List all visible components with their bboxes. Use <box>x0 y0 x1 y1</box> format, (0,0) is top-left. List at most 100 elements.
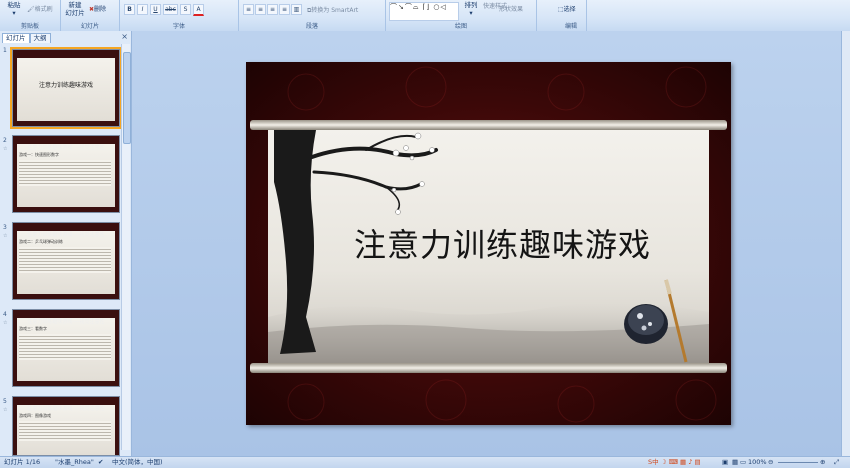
thumbnail-scroll-art <box>17 58 115 121</box>
shadow-button[interactable]: S <box>180 4 191 15</box>
fit-window-button[interactable]: ⤢ <box>834 457 839 468</box>
font-group: B I U abc S A 字体 <box>120 0 239 31</box>
shapes-gallery[interactable]: ⌒↘⌒⌓ ⌈⌋ ○◁ <box>389 2 459 21</box>
animation-star-icon: ☆ <box>3 233 8 239</box>
format-painter-label: 格式刷 <box>34 6 53 13</box>
shapes-icon: ⌒↘⌒⌓ ⌈⌋ ○◁ <box>390 3 447 11</box>
slides-group-label: 幻灯片 <box>80 23 99 30</box>
zoom-out-button[interactable]: ⊖ <box>768 457 773 468</box>
slide-thumbnail-4[interactable]: 注意力训练趣味游戏----视觉注意性 游戏三：看数字 <box>12 309 120 387</box>
smartart-button[interactable]: ⧉转换为 SmartArt <box>307 5 358 15</box>
delete-slide-button[interactable]: ✖删除 <box>89 4 106 13</box>
select-label: 选择 <box>563 6 576 13</box>
thumbnail-subheading: 游戏三：看数字 <box>19 326 47 331</box>
thumbnail-scrollbar[interactable] <box>121 44 131 450</box>
thumbnail-content <box>19 421 111 441</box>
panel-tabs: 幻灯片 大纲 <box>2 33 51 43</box>
canvas-scrollbar[interactable] <box>841 31 850 456</box>
thumbnail-subheading: 游戏一：快速图形数字 <box>19 152 59 157</box>
current-slide[interactable]: 注意力训练趣味游戏 <box>246 62 731 425</box>
slide-thumbnail-5[interactable]: 注意力训练趣味游戏----视觉注意性 游戏四：图像游戏 <box>12 396 120 456</box>
slide-thumbnail-1[interactable]: 注意力训练趣味游戏 <box>10 47 122 129</box>
ribbon: 粘贴 ▾ 🖌格式刷 剪贴板 新建 幻灯片 ✖删除 幻灯片 B I U abc S… <box>0 0 850 32</box>
align-right-button[interactable]: ≡ <box>267 4 278 15</box>
align-right-icon: ≡ <box>269 6 276 13</box>
slide-title[interactable]: 注意力训练趣味游戏 <box>354 220 654 266</box>
thumbnail-title: 注意力训练趣味游戏 <box>38 82 93 89</box>
tab-outline[interactable]: 大纲 <box>29 33 51 43</box>
paragraph-group: ≡ ≡ ≡ ≡ ▥ ⧉转换为 SmartArt 段落 <box>239 0 386 31</box>
clipboard-group-label: 剪贴板 <box>20 23 39 30</box>
drawing-group: ⌒↘⌒⌓ ⌈⌋ ○◁ 排列 ▾ 快速样式 形状效果 绘图 <box>386 0 537 31</box>
slide-number: 1 <box>3 47 7 54</box>
align-left-icon: ≡ <box>245 6 252 13</box>
thumbnail-content <box>19 334 111 360</box>
strikethrough-button[interactable]: abc <box>163 4 178 15</box>
close-icon[interactable]: × <box>121 32 128 41</box>
justify-icon: ≡ <box>281 6 288 13</box>
paragraph-group-label: 段落 <box>305 23 318 30</box>
columns-button[interactable]: ▥ <box>291 4 302 15</box>
shape-effects-button[interactable]: 形状效果 <box>499 4 523 13</box>
thumbnail-heading: 注意力训练趣味游戏----视觉注意性 <box>27 406 105 412</box>
thumbnail-subheading: 游戏四：图像游戏 <box>19 413 51 418</box>
underline-button[interactable]: U <box>150 4 161 15</box>
font-group-label: 字体 <box>172 23 185 30</box>
delete-label: 删除 <box>94 6 107 13</box>
animation-star-icon: ☆ <box>3 320 8 326</box>
slide-thumbnail-3[interactable]: 注意力训练趣味游戏----视觉注意性 游戏二：乒乓球弹动训练 <box>12 222 120 300</box>
shape-effects-label: 形状效果 <box>499 6 524 13</box>
animation-star-icon: ☆ <box>3 407 8 413</box>
language[interactable]: 中文(简体，中国) <box>112 457 163 468</box>
slide-number: 2 <box>3 137 7 144</box>
scroll-rod-top <box>250 120 727 130</box>
slides-group: 新建 幻灯片 ✖删除 幻灯片 <box>61 0 120 31</box>
clipboard-group: 粘贴 ▾ 🖌格式刷 剪贴板 <box>0 0 61 31</box>
slides-panel: 幻灯片 大纲 × 1 注意力训练趣味游戏 2 ☆ 注意力训练趣味游戏----视觉注… <box>0 31 132 456</box>
thumbnail-content <box>19 247 111 273</box>
paste-button[interactable]: 粘贴 ▾ <box>3 1 25 17</box>
thumbnail-heading: 注意力训练趣味游戏----视觉注意性 <box>27 145 105 151</box>
bold-button[interactable]: B <box>124 4 135 15</box>
select-button[interactable]: ⬚选择 <box>558 4 576 13</box>
zoom-in-button[interactable]: ⊕ <box>820 457 825 468</box>
status-bar: 幻灯片 1/16 "水墨_Rhea" ✔ 中文(简体，中国) S中 ☽ ⌨ ▦ … <box>0 456 850 468</box>
arrange-label: 排列 <box>464 1 478 9</box>
align-center-button[interactable]: ≡ <box>255 4 266 15</box>
zoom-slider[interactable] <box>778 462 818 463</box>
slide-number: 4 <box>3 311 7 318</box>
inkstone <box>624 304 668 344</box>
ime-toolbar[interactable]: S中 ☽ ⌨ ▦ ♪ ▤ <box>648 457 701 468</box>
chevron-down-icon: ▾ <box>469 9 473 17</box>
scroll-rod-bottom <box>250 363 727 373</box>
tab-slides[interactable]: 幻灯片 <box>2 33 30 43</box>
thumbnail-heading: 注意力训练趣味游戏----视觉注意性 <box>27 319 105 325</box>
spellcheck-icon[interactable]: ✔ <box>98 457 103 468</box>
align-left-button[interactable]: ≡ <box>243 4 254 15</box>
scrollbar-thumb[interactable] <box>123 52 131 144</box>
theme-name: "水墨_Rhea" <box>55 458 94 466</box>
slide-number: 3 <box>3 224 7 231</box>
slide-number: 5 <box>3 398 7 405</box>
italic-button[interactable]: I <box>137 4 148 15</box>
editing-group-label: 编辑 <box>564 23 577 30</box>
align-center-icon: ≡ <box>257 6 264 13</box>
slide-thumbnail-2[interactable]: 注意力训练趣味游戏----视觉注意性 游戏一：快速图形数字 <box>12 135 120 213</box>
thumbnail-content <box>19 160 111 186</box>
slideshow-view-button[interactable]: ▭ <box>740 457 746 468</box>
normal-view-button[interactable]: ▣ <box>722 457 728 468</box>
slide-count: 幻灯片 1/16 <box>4 458 41 466</box>
font-color-button[interactable]: A <box>193 4 204 16</box>
thumbnail-heading: 注意力训练趣味游戏----视觉注意性 <box>27 232 105 238</box>
format-painter-button[interactable]: 🖌格式刷 <box>27 4 53 13</box>
smartart-label: 转换为 SmartArt <box>311 7 359 14</box>
sorter-view-button[interactable]: ▦ <box>732 457 738 468</box>
new-slide-button[interactable]: 新建 幻灯片 <box>63 1 87 17</box>
justify-button[interactable]: ≡ <box>279 4 290 15</box>
columns-icon: ▥ <box>293 6 300 13</box>
editing-group: ⬚选择 编辑 <box>556 0 587 31</box>
arrange-button[interactable]: 排列 ▾ <box>461 1 481 17</box>
paste-label: 粘贴 <box>7 1 21 9</box>
zoom-level[interactable]: 100% <box>748 457 767 468</box>
drawing-group-label: 绘图 <box>454 23 467 30</box>
